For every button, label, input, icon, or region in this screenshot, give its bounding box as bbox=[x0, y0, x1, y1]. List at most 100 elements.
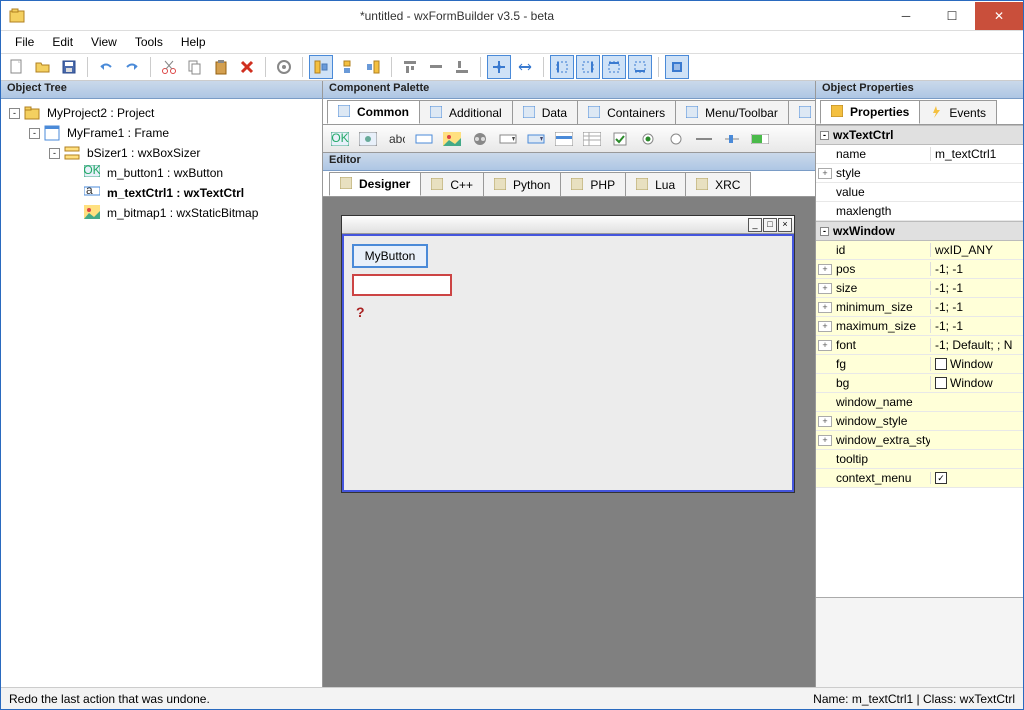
new-icon[interactable] bbox=[5, 55, 29, 79]
prop-tooltip[interactable]: tooltip bbox=[816, 450, 1023, 469]
prop-window-name[interactable]: window_name bbox=[816, 393, 1023, 412]
palette-tab-menu-toolbar[interactable]: Menu/Toolbar bbox=[675, 100, 789, 124]
palette-tab-common[interactable]: Common bbox=[327, 100, 420, 124]
palette-listctrl-icon[interactable] bbox=[581, 128, 603, 150]
editor-tab-designer[interactable]: Designer bbox=[329, 172, 421, 196]
prop-window-extra-style[interactable]: +window_extra_style bbox=[816, 431, 1023, 450]
palette-combo-icon[interactable] bbox=[497, 128, 519, 150]
preview-button[interactable]: MyButton bbox=[352, 244, 428, 268]
border-left-icon[interactable] bbox=[550, 55, 574, 79]
prop-minimum-size[interactable]: +minimum_size-1; -1 bbox=[816, 298, 1023, 317]
palette-static-text-icon[interactable]: abc bbox=[385, 128, 407, 150]
palette-staticline-icon[interactable] bbox=[693, 128, 715, 150]
palette-tab-containers[interactable]: Containers bbox=[577, 100, 676, 124]
menu-file[interactable]: File bbox=[7, 33, 42, 51]
border-top-icon[interactable] bbox=[602, 55, 626, 79]
project-icon bbox=[24, 105, 40, 121]
prop-context-menu[interactable]: context_menu✓ bbox=[816, 469, 1023, 488]
preview-frame[interactable]: _ □ × MyButton ? bbox=[341, 215, 795, 493]
tab-events[interactable]: Events bbox=[919, 100, 997, 124]
palette-choice-icon[interactable] bbox=[525, 128, 547, 150]
tree-item[interactable]: -MyFrame1 : Frame bbox=[3, 123, 320, 143]
align-top-icon[interactable] bbox=[398, 55, 422, 79]
prop-maxlength[interactable]: maxlength bbox=[816, 202, 1023, 221]
prop-pos[interactable]: +pos-1; -1 bbox=[816, 260, 1023, 279]
expand-icon[interactable] bbox=[487, 55, 511, 79]
undo-icon[interactable] bbox=[94, 55, 118, 79]
prop-category-wxwindow[interactable]: -wxWindow bbox=[816, 221, 1023, 241]
border-bottom-icon[interactable] bbox=[628, 55, 652, 79]
prop-name[interactable]: namem_textCtrl1 bbox=[816, 145, 1023, 164]
object-tree[interactable]: -MyProject2 : Project-MyFrame1 : Frame-b… bbox=[1, 99, 322, 687]
menu-tools[interactable]: Tools bbox=[127, 33, 171, 51]
prop-maximum-size[interactable]: +maximum_size-1; -1 bbox=[816, 317, 1023, 336]
context-menu-checkbox[interactable]: ✓ bbox=[935, 472, 947, 484]
palette-bmpbutton-icon[interactable] bbox=[357, 128, 379, 150]
properties-grid[interactable]: -wxTextCtrl namem_textCtrl1 +style value… bbox=[816, 125, 1023, 597]
palette-radio-on-icon[interactable] bbox=[637, 128, 659, 150]
close-button[interactable]: ✕ bbox=[975, 2, 1023, 30]
tree-item[interactable]: OKm_button1 : wxButton bbox=[3, 163, 320, 183]
palette-gauge-icon[interactable] bbox=[749, 128, 771, 150]
palette-anim-icon[interactable] bbox=[469, 128, 491, 150]
palette-tab-additional[interactable]: Additional bbox=[419, 100, 513, 124]
settings-icon[interactable] bbox=[665, 55, 689, 79]
palette-listbox-icon[interactable] bbox=[553, 128, 575, 150]
tree-item[interactable]: m_bitmap1 : wxStaticBitmap bbox=[3, 203, 320, 223]
prop-window-style[interactable]: +window_style bbox=[816, 412, 1023, 431]
tree-expand-icon[interactable]: - bbox=[9, 108, 20, 119]
prop-font[interactable]: +font-1; Default; ; N bbox=[816, 336, 1023, 355]
prop-category-wxtextctrl[interactable]: -wxTextCtrl bbox=[816, 125, 1023, 145]
minimize-button[interactable]: ─ bbox=[883, 2, 929, 30]
stretch-icon[interactable] bbox=[513, 55, 537, 79]
preview-max-icon[interactable]: □ bbox=[763, 218, 777, 232]
palette-bitmap-icon[interactable] bbox=[441, 128, 463, 150]
tree-expand-icon[interactable]: - bbox=[29, 128, 40, 139]
preview-close-icon[interactable]: × bbox=[778, 218, 792, 232]
save-icon[interactable] bbox=[57, 55, 81, 79]
editor-tab-php[interactable]: PHP bbox=[560, 172, 626, 196]
open-icon[interactable] bbox=[31, 55, 55, 79]
palette-header: Component Palette bbox=[323, 81, 815, 99]
tree-item[interactable]: -MyProject2 : Project bbox=[3, 103, 320, 123]
cut-icon[interactable] bbox=[157, 55, 181, 79]
editor-tab-python[interactable]: Python bbox=[483, 172, 561, 196]
align-center-v-icon[interactable] bbox=[424, 55, 448, 79]
tree-item[interactable]: -bSizer1 : wxBoxSizer bbox=[3, 143, 320, 163]
generate-icon[interactable] bbox=[272, 55, 296, 79]
copy-icon[interactable] bbox=[183, 55, 207, 79]
palette-slider-icon[interactable] bbox=[721, 128, 743, 150]
align-right-icon[interactable] bbox=[361, 55, 385, 79]
align-bottom-icon[interactable] bbox=[450, 55, 474, 79]
prop-bg[interactable]: bgWindow bbox=[816, 374, 1023, 393]
paste-icon[interactable] bbox=[209, 55, 233, 79]
prop-value[interactable]: value bbox=[816, 183, 1023, 202]
palette-tab-data[interactable]: Data bbox=[512, 100, 578, 124]
editor-tab-xrc[interactable]: XRC bbox=[685, 172, 751, 196]
delete-icon[interactable] bbox=[235, 55, 259, 79]
tree-item[interactable]: am_textCtrl1 : wxTextCtrl bbox=[3, 183, 320, 203]
palette-checkbox-icon[interactable] bbox=[609, 128, 631, 150]
menu-help[interactable]: Help bbox=[173, 33, 214, 51]
palette-button-icon[interactable]: OK bbox=[329, 128, 351, 150]
preview-min-icon[interactable]: _ bbox=[748, 218, 762, 232]
editor-tab-lua[interactable]: Lua bbox=[625, 172, 686, 196]
prop-size[interactable]: +size-1; -1 bbox=[816, 279, 1023, 298]
menu-view[interactable]: View bbox=[83, 33, 125, 51]
editor-tab-c-[interactable]: C++ bbox=[420, 172, 484, 196]
prop-style[interactable]: +style bbox=[816, 164, 1023, 183]
menu-edit[interactable]: Edit bbox=[44, 33, 81, 51]
border-right-icon[interactable] bbox=[576, 55, 600, 79]
redo-icon[interactable] bbox=[120, 55, 144, 79]
tab-properties[interactable]: Properties bbox=[820, 100, 920, 124]
maximize-button[interactable]: ☐ bbox=[929, 2, 975, 30]
palette-textctrl-icon[interactable] bbox=[413, 128, 435, 150]
prop-fg[interactable]: fgWindow bbox=[816, 355, 1023, 374]
align-center-h-icon[interactable] bbox=[335, 55, 359, 79]
preview-textctrl[interactable] bbox=[352, 274, 452, 296]
prop-id[interactable]: idwxID_ANY bbox=[816, 241, 1023, 260]
palette-radio-icon[interactable] bbox=[665, 128, 687, 150]
designer-canvas[interactable]: _ □ × MyButton ? bbox=[323, 197, 815, 687]
align-left-icon[interactable] bbox=[309, 55, 333, 79]
tree-expand-icon[interactable]: - bbox=[49, 148, 60, 159]
